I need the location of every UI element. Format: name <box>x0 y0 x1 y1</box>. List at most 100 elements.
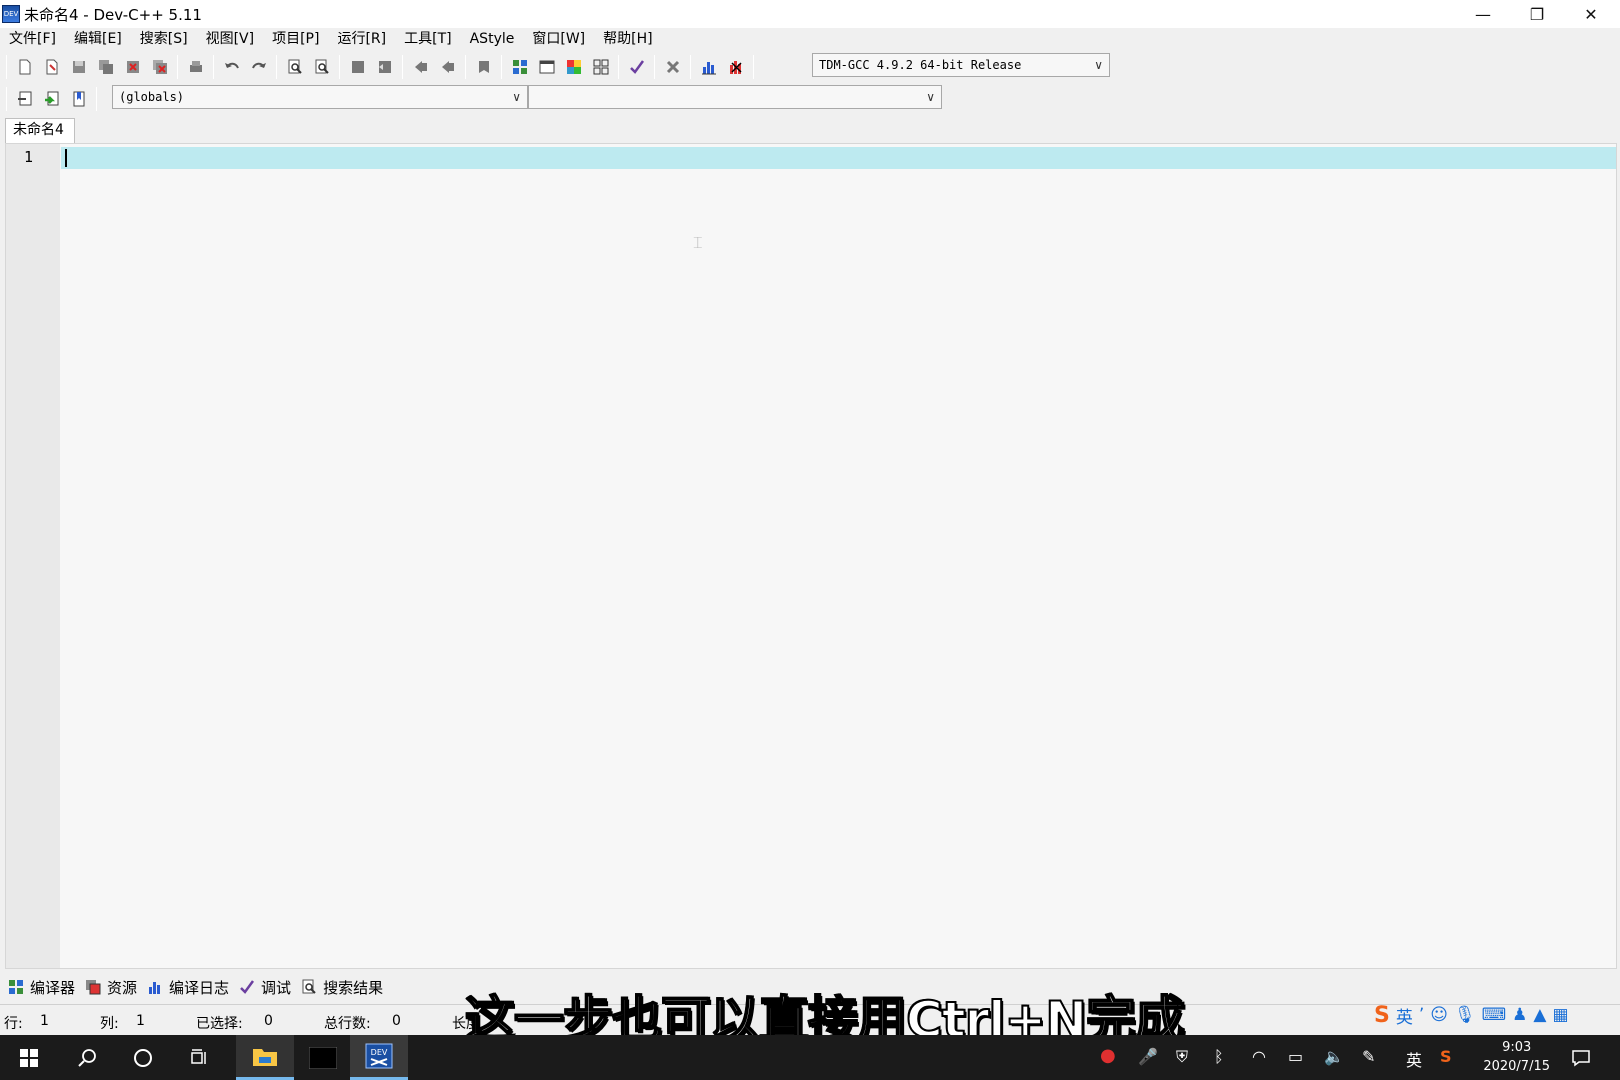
record-icon[interactable]: ● <box>1100 1045 1116 1066</box>
project-add-button[interactable] <box>563 56 585 78</box>
microphone-tray-icon[interactable]: 🎤 <box>1138 1047 1158 1066</box>
close-button[interactable]: ✕ <box>1564 0 1618 28</box>
profile-button[interactable] <box>698 56 720 78</box>
pen-icon[interactable]: ✎ <box>1362 1047 1375 1066</box>
toolbox-icon[interactable]: ▦ <box>1552 1005 1568 1025</box>
taskbar-terminal[interactable] <box>294 1035 352 1080</box>
toggle-bookmark-button[interactable] <box>68 88 90 110</box>
clock-time: 9:03 <box>1502 1040 1532 1055</box>
defender-shield-icon[interactable]: ⛨ <box>1176 1047 1188 1067</box>
menu-run[interactable]: 运行[R] <box>328 28 395 50</box>
tab-compile-log[interactable]: 编译日志 <box>147 977 229 998</box>
open-file-button[interactable] <box>41 56 63 78</box>
devcpp-app-icon: DEV <box>2 5 20 23</box>
taskbar-file-explorer[interactable] <box>236 1035 294 1080</box>
skin-icon[interactable]: ▲ <box>1533 1005 1546 1025</box>
bar-chart-icon <box>701 62 716 75</box>
chevron-down-icon: ∨ <box>1094 58 1103 72</box>
project-remove-button[interactable] <box>590 56 612 78</box>
volume-icon[interactable]: 🔈 <box>1324 1047 1344 1066</box>
tab-compiler[interactable]: 编译器 <box>8 977 75 998</box>
menu-tools[interactable]: 工具[T] <box>395 28 460 50</box>
insert-icon <box>17 91 31 106</box>
tab-resources[interactable]: 资源 <box>85 977 137 998</box>
print-button[interactable] <box>185 56 207 78</box>
menu-astyle[interactable]: AStyle <box>461 28 524 50</box>
microphone-icon[interactable]: 🎙 <box>1454 1005 1476 1025</box>
project-new-button[interactable] <box>509 56 531 78</box>
menu-help[interactable]: 帮助[H] <box>594 28 661 50</box>
close-file-button[interactable] <box>122 56 144 78</box>
status-row-value: 1 <box>40 1013 49 1029</box>
ibeam-cursor-icon: ⌶ <box>693 233 703 252</box>
menu-project[interactable]: 项目[P] <box>263 28 328 50</box>
minimize-button[interactable]: — <box>1456 0 1510 28</box>
close-all-button[interactable] <box>149 56 171 78</box>
indent-button[interactable] <box>347 56 369 78</box>
undo-button[interactable] <box>221 56 243 78</box>
new-file-icon <box>19 59 30 75</box>
new-file-button[interactable] <box>14 56 36 78</box>
cortana-button[interactable] <box>114 1035 172 1080</box>
wifi-icon[interactable]: ◠ <box>1252 1047 1266 1066</box>
redo-button[interactable] <box>248 56 270 78</box>
tab-untitled4[interactable]: 未命名4 <box>5 118 75 143</box>
bookmark-icon <box>478 61 489 73</box>
menu-edit[interactable]: 编辑[E] <box>65 28 131 50</box>
find-button[interactable] <box>284 56 306 78</box>
insert-button[interactable] <box>14 88 36 110</box>
emoji-icon[interactable]: ☺ <box>1430 1005 1448 1025</box>
replace-button[interactable] <box>311 56 333 78</box>
sogou-logo-icon[interactable]: S <box>1374 1003 1390 1028</box>
close-all-icon <box>152 60 167 74</box>
punctuation-icon[interactable]: ʼ <box>1419 1005 1424 1025</box>
taskbar-devcpp[interactable]: DEV <box>350 1035 408 1080</box>
bluetooth-icon[interactable]: ᛒ <box>1214 1047 1224 1066</box>
windows-taskbar: DEV ● 🎤 ⛨ ᛒ ◠ ▭ 🔈 ✎ 英 S 9:03 2020/7/15 <box>0 1035 1620 1080</box>
ime-lang-toggle[interactable]: 英 <box>1396 1003 1413 1028</box>
goto-green-icon <box>44 91 58 106</box>
indent-icon <box>351 61 364 73</box>
scope-select[interactable]: (globals) ∨ <box>112 85 528 109</box>
menu-view[interactable]: 视图[V] <box>197 28 264 50</box>
bar-chart-icon <box>149 982 161 994</box>
user-icon[interactable]: ♟ <box>1512 1005 1527 1025</box>
checkmark-icon <box>240 980 255 994</box>
input-language-indicator[interactable]: 英 <box>1406 1047 1422 1071</box>
line-number-gutter: 1 <box>6 144 60 968</box>
action-center-button[interactable] <box>1554 1035 1608 1080</box>
arrow-right-icon <box>441 61 454 73</box>
project-options-button[interactable] <box>536 56 558 78</box>
task-view-button[interactable] <box>170 1035 228 1080</box>
tab-debug[interactable]: 调试 <box>239 977 291 998</box>
search-button[interactable] <box>58 1035 116 1080</box>
syntax-check-button[interactable] <box>626 56 648 78</box>
goto-declaration-button[interactable] <box>41 88 63 110</box>
start-button[interactable] <box>0 1035 58 1080</box>
delete-profile-button[interactable] <box>725 56 747 78</box>
status-col-label: 列: <box>100 1016 119 1032</box>
unindent-button[interactable] <box>374 56 396 78</box>
tab-search-results[interactable]: 搜索结果 <box>301 977 383 998</box>
save-button[interactable] <box>68 56 90 78</box>
text-caret <box>65 149 67 167</box>
windows-logo-icon <box>20 1048 38 1067</box>
battery-icon[interactable]: ▭ <box>1288 1047 1303 1066</box>
code-editor[interactable]: 1 ⌶ <box>5 143 1617 969</box>
goto-next-button[interactable] <box>437 56 459 78</box>
restore-button[interactable]: ❐ <box>1510 0 1564 28</box>
menu-search[interactable]: 搜索[S] <box>131 28 197 50</box>
current-line-highlight <box>61 147 1616 169</box>
system-clock[interactable]: 9:03 2020/7/15 <box>1483 1038 1550 1076</box>
compiler-select[interactable]: TDM-GCC 4.9.2 64-bit Release ∨ <box>812 53 1110 77</box>
abort-button[interactable] <box>662 56 684 78</box>
ime-toolbar: S 英 ʼ ☺ 🎙 ⌨ ♟ ▲ ▦ <box>1374 1000 1575 1030</box>
menu-file[interactable]: 文件[F] <box>0 28 65 50</box>
keyboard-icon[interactable]: ⌨ <box>1482 1005 1507 1025</box>
bookmark-button[interactable] <box>473 56 495 78</box>
sogou-tray-icon[interactable]: S <box>1440 1047 1452 1066</box>
save-all-button[interactable] <box>95 56 117 78</box>
member-select[interactable]: ∨ <box>528 85 942 109</box>
goto-prev-button[interactable] <box>410 56 432 78</box>
menu-window[interactable]: 窗口[W] <box>523 28 594 50</box>
